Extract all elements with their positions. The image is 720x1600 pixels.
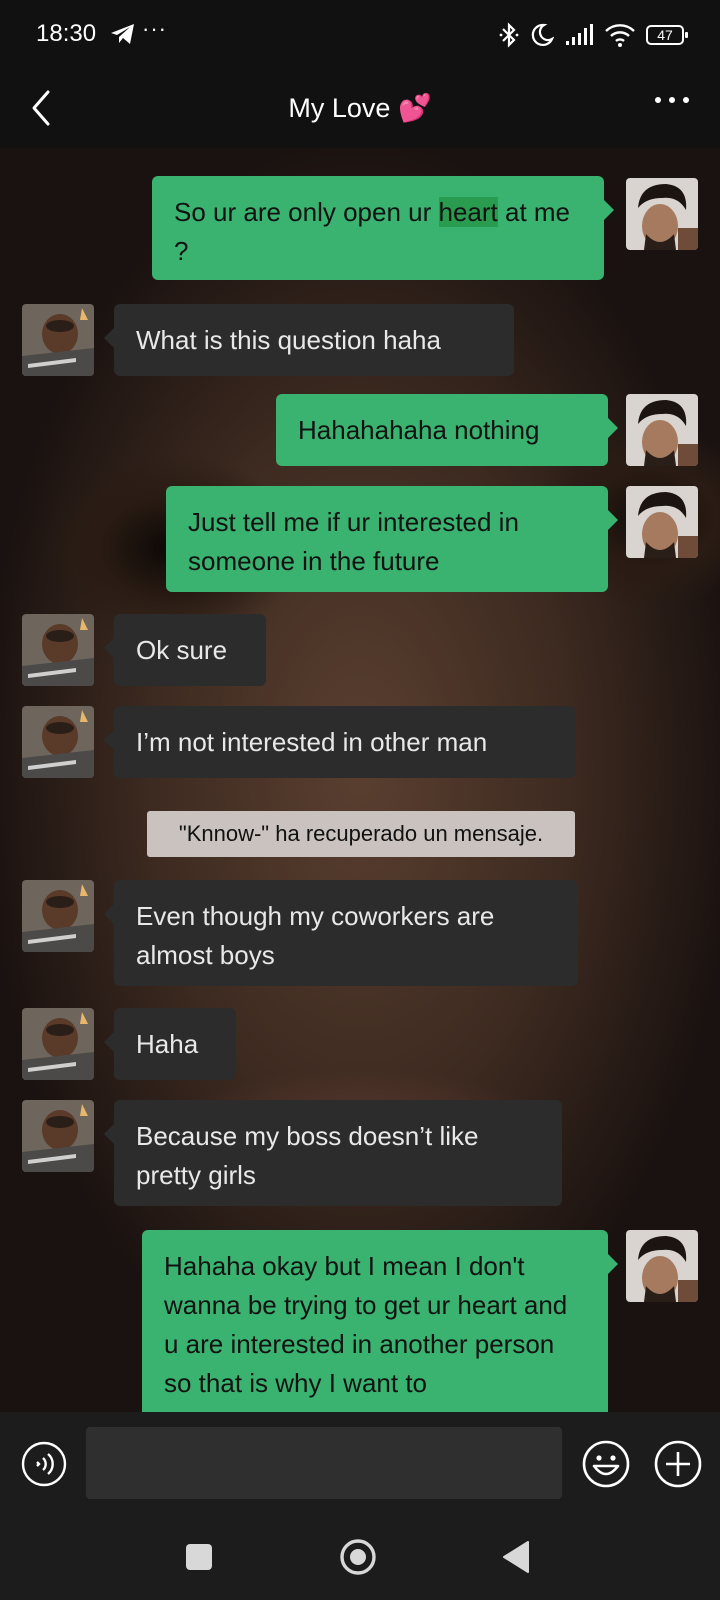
circle-icon bbox=[340, 1539, 376, 1575]
contact-avatar[interactable] bbox=[22, 1008, 94, 1080]
triangle-left-icon bbox=[503, 1541, 529, 1573]
system-navigation-bar bbox=[0, 1516, 720, 1600]
home-button[interactable] bbox=[338, 1537, 378, 1577]
message-bubble-sent[interactable]: Just tell me if ur interested in someone… bbox=[166, 486, 618, 592]
signal-icon bbox=[566, 24, 593, 45]
message-bubble-received[interactable]: Haha bbox=[104, 1008, 236, 1080]
chat-title: My Love 💕 bbox=[288, 93, 432, 123]
bluetooth-icon bbox=[499, 22, 519, 48]
message-bubble-sent[interactable]: Hahaha okay but I mean I don't wanna be … bbox=[142, 1230, 618, 1412]
contact-avatar[interactable] bbox=[22, 304, 94, 376]
contact-avatar[interactable] bbox=[22, 706, 94, 778]
message-bubble-received[interactable]: I’m not interested in other man bbox=[104, 706, 576, 778]
battery-indicator: 47 bbox=[646, 25, 688, 45]
system-notice: "Knnow-" ha recuperado un mensaje. bbox=[147, 811, 575, 857]
contact-avatar[interactable] bbox=[22, 1100, 94, 1172]
message-bubble-sent[interactable]: Hahahahaha nothing bbox=[276, 394, 618, 466]
system-back-button[interactable] bbox=[502, 1540, 530, 1574]
moon-icon bbox=[531, 23, 554, 46]
more-options-button[interactable] bbox=[650, 90, 694, 120]
more-horizontal-icon bbox=[655, 97, 689, 103]
message-bubble-received[interactable]: What is this question haha bbox=[104, 304, 514, 376]
message-input[interactable] bbox=[86, 1427, 562, 1499]
my-avatar[interactable] bbox=[626, 178, 698, 250]
recent-apps-button[interactable] bbox=[185, 1543, 213, 1571]
square-icon bbox=[186, 1544, 212, 1570]
composer-bar bbox=[0, 1412, 720, 1516]
notification-more-icon: ··· bbox=[142, 16, 167, 41]
chat-header: My Love 💕 bbox=[0, 70, 720, 148]
voice-icon bbox=[36, 1453, 54, 1475]
status-icons: 47 bbox=[498, 20, 688, 50]
my-avatar[interactable] bbox=[626, 394, 698, 466]
message-bubble-received[interactable]: Even though my coworkers are almost boys bbox=[104, 880, 578, 986]
attach-plus-button[interactable] bbox=[652, 1438, 704, 1490]
message-bubble-sent[interactable]: So ur are only open ur heart at me ? bbox=[152, 176, 614, 280]
chat-messages[interactable]: So ur are only open ur heart at me ? Wha… bbox=[0, 148, 720, 1412]
voice-input-button[interactable] bbox=[20, 1440, 68, 1488]
my-avatar[interactable] bbox=[626, 486, 698, 558]
emoji-button[interactable] bbox=[580, 1438, 632, 1490]
status-bar: 18:30 ··· 47 bbox=[0, 0, 720, 70]
message-bubble-received[interactable]: Ok sure bbox=[104, 614, 266, 686]
plus-circle-icon bbox=[654, 1440, 702, 1488]
wifi-icon bbox=[605, 24, 635, 47]
contact-avatar[interactable] bbox=[22, 614, 94, 686]
telegram-icon bbox=[111, 24, 134, 44]
search-highlight: heart bbox=[438, 197, 498, 227]
smiley-icon bbox=[582, 1440, 630, 1488]
status-time: 18:30 bbox=[36, 20, 97, 47]
contact-avatar[interactable] bbox=[22, 880, 94, 952]
message-bubble-received[interactable]: Because my boss doesn’t like pretty girl… bbox=[104, 1100, 562, 1206]
my-avatar[interactable] bbox=[626, 1230, 698, 1302]
